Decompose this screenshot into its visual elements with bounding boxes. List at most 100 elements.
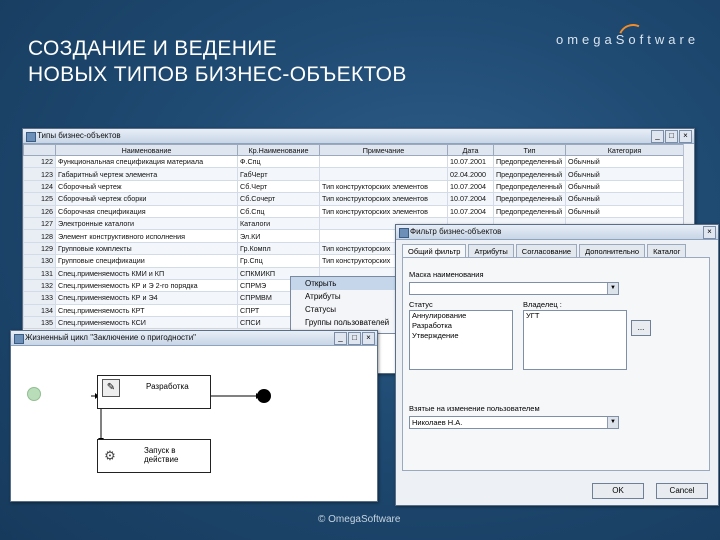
modified-by-select[interactable]: Николаев Н.А. ▼ — [409, 416, 619, 429]
row-number: 126 — [23, 204, 56, 218]
table-cell: Обычный — [565, 192, 684, 206]
row-number: 124 — [23, 179, 56, 194]
grid-icon — [26, 132, 36, 142]
table-row[interactable]: 123 Габаритный чертеж элемента ГабЧерт 02.0… — [23, 167, 684, 181]
status-option[interactable]: Аннулирование — [412, 311, 512, 321]
close-button[interactable]: × — [362, 332, 375, 345]
row-number: 132 — [23, 278, 56, 293]
status-option[interactable]: Разработка — [412, 321, 512, 331]
table-cell: 10.07.2004 — [447, 192, 494, 206]
table-cell: Обычный — [565, 179, 684, 194]
omega-logo: omegaSoftware — [556, 19, 699, 59]
table-cell: Тип конструкторских элементов — [319, 179, 448, 194]
filter-dialog-title: Фильтр бизнес-объектов — [410, 227, 502, 236]
row-number: 135 — [23, 316, 56, 330]
table-cell: Тип конструкторских элементов — [319, 192, 448, 206]
lifecycle-window-title: Жизненный цикл "Заключение о пригодности… — [25, 333, 197, 342]
column-header[interactable]: Примечание — [319, 144, 448, 156]
lifecycle-window-titlebar[interactable]: Жизненный цикл "Заключение о пригодности… — [11, 331, 377, 346]
column-header[interactable]: Наименование — [55, 144, 238, 156]
column-header[interactable]: Дата — [447, 144, 494, 156]
table-cell: Функциональная спецификация материала — [55, 154, 238, 169]
modified-by-label: Взятые на изменение пользователем — [409, 404, 540, 413]
column-header[interactable] — [23, 144, 56, 156]
table-row[interactable]: 126 Сборочная спецификация Сб.Спц Тип конст… — [23, 204, 684, 218]
context-menu-item[interactable]: Атрибуты — [291, 290, 395, 303]
lifecycle-window: Жизненный цикл "Заключение о пригодности… — [10, 330, 378, 502]
table-row[interactable]: 125 Сборочный чертеж сборки Сб.Сочерт Тип к… — [23, 192, 684, 206]
table-cell: Спец.применяемость КР и Э 2-го порядка — [55, 278, 238, 293]
status-listbox[interactable]: Аннулирование Разработка Утверждение — [409, 310, 513, 370]
row-number: 134 — [23, 303, 56, 318]
mask-label: Маска наименования — [409, 270, 484, 279]
row-number: 131 — [23, 266, 56, 280]
grid-icon — [399, 228, 409, 238]
browse-button[interactable]: ... — [631, 320, 651, 336]
gear-icon: ⚙ — [104, 448, 116, 463]
row-number: 122 — [23, 154, 56, 169]
state-node-launch-label: Запуск в действие — [144, 446, 179, 464]
ok-button[interactable]: OK — [592, 483, 644, 499]
table-cell: 02.04.2000 — [447, 167, 494, 181]
chevron-down-icon[interactable]: ▼ — [607, 417, 618, 428]
mask-input[interactable]: ▼ — [409, 282, 619, 295]
table-cell: Гр.Компл — [237, 241, 320, 256]
column-header[interactable]: Категория — [565, 144, 684, 156]
state-node-development-label: Разработка — [146, 382, 189, 391]
maximize-button[interactable]: □ — [665, 130, 678, 143]
table-row[interactable]: 124 Сборочный чертеж Сб.Черт Тип конструкто… — [23, 179, 684, 194]
table-cell: Сборочный чертеж сборки — [55, 192, 238, 206]
document-icon: ✎ — [102, 379, 120, 397]
table-cell: Групповые спецификации — [55, 254, 238, 268]
table-cell: Эл.КИ — [237, 229, 320, 243]
table-cell: Спец.применяемость КРТ — [55, 303, 238, 318]
close-button[interactable]: × — [703, 226, 716, 239]
general-filter-panel: Маска наименования ▼ Статус Аннулировани… — [402, 257, 710, 471]
logo-arc-icon — [613, 19, 653, 59]
owner-label: Владелец : — [523, 300, 562, 309]
minimize-button[interactable]: _ — [651, 130, 664, 143]
row-number: 133 — [23, 291, 56, 305]
state-node-launch[interactable]: ⚙ Запуск в действие — [97, 439, 211, 473]
column-header[interactable]: Тип — [493, 144, 566, 156]
status-option[interactable]: Утверждение — [412, 331, 512, 341]
state-node-development[interactable]: ✎ Разработка — [97, 375, 211, 409]
row-number: 128 — [23, 229, 56, 243]
types-window-titlebar[interactable]: Типы бизнес-объектов _ □ × — [23, 129, 694, 144]
maximize-button[interactable]: □ — [348, 332, 361, 345]
end-state-icon[interactable] — [257, 389, 271, 403]
owner-listbox[interactable]: УГТ — [523, 310, 627, 370]
table-cell: Каталоги — [237, 216, 320, 231]
table-cell — [319, 167, 448, 181]
filter-dialog-titlebar[interactable]: Фильтр бизнес-объектов × — [396, 225, 718, 240]
cancel-button[interactable]: Cancel — [656, 483, 708, 499]
context-menu-item[interactable]: Группы пользователей — [291, 316, 395, 329]
minimize-button[interactable]: _ — [334, 332, 347, 345]
table-row[interactable]: 122 Функциональная спецификация материала… — [23, 154, 684, 169]
table-cell: ГабЧерт — [237, 167, 320, 181]
column-header[interactable]: Кр.Наименование — [237, 144, 320, 156]
table-cell: Предопределенный — [493, 204, 566, 218]
table-cell: Предопределенный — [493, 179, 566, 194]
table-cell: Сб.Сочерт — [237, 192, 320, 206]
close-button[interactable]: × — [679, 130, 692, 143]
table-cell: Электронные каталоги — [55, 216, 238, 231]
context-menu-item[interactable]: Статусы — [291, 303, 395, 316]
chevron-down-icon[interactable]: ▼ — [607, 283, 618, 294]
table-cell: Элемент конструктивного исполнения — [55, 229, 238, 243]
table-cell: 10.07.2001 — [447, 154, 494, 169]
status-label: Статус — [409, 300, 433, 309]
table-cell: Обычный — [565, 204, 684, 218]
row-number: 129 — [23, 241, 56, 256]
table-cell: Групповые комплекты — [55, 241, 238, 256]
table-cell: Обычный — [565, 167, 684, 181]
table-cell: 10.07.2004 — [447, 204, 494, 218]
table-cell: Ф.Спц — [237, 154, 320, 169]
table-cell: Гр.Спц — [237, 254, 320, 268]
row-number: 123 — [23, 167, 56, 181]
table-cell: Тип конструкторских элементов — [319, 204, 448, 218]
context-menu-item[interactable]: Открыть — [291, 277, 395, 290]
title-line-2: НОВЫХ ТИПОВ БИЗНЕС-ОБЪЕКТОВ — [28, 63, 407, 86]
table-cell: Сборочная спецификация — [55, 204, 238, 218]
row-number: 127 — [23, 216, 56, 231]
